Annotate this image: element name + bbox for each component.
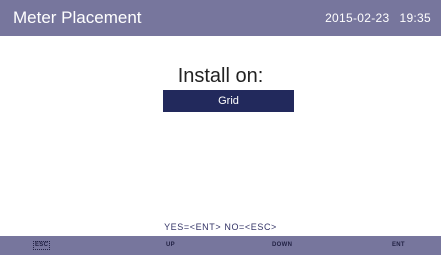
- esc-key[interactable]: ESC: [33, 241, 51, 250]
- meter-placement-screen: Meter Placement 2015-02-23 19:35 Install …: [0, 0, 441, 255]
- date-label: 2015-02-23: [325, 11, 390, 25]
- header-bar: Meter Placement 2015-02-23 19:35: [0, 0, 441, 36]
- datetime-display: 2015-02-23 19:35: [325, 11, 431, 25]
- page-title: Meter Placement: [13, 8, 142, 27]
- ent-key[interactable]: ENT: [392, 236, 405, 255]
- confirm-hint: YES=<ENT> NO=<ESC>: [164, 222, 277, 232]
- install-option-selected[interactable]: Grid: [163, 90, 294, 112]
- install-on-prompt: Install on:: [177, 65, 264, 87]
- softkey-bar: ESC UP DOWN ENT: [0, 236, 441, 255]
- time-label: 19:35: [399, 11, 431, 25]
- down-key[interactable]: DOWN: [272, 236, 292, 255]
- up-key[interactable]: UP: [166, 236, 175, 255]
